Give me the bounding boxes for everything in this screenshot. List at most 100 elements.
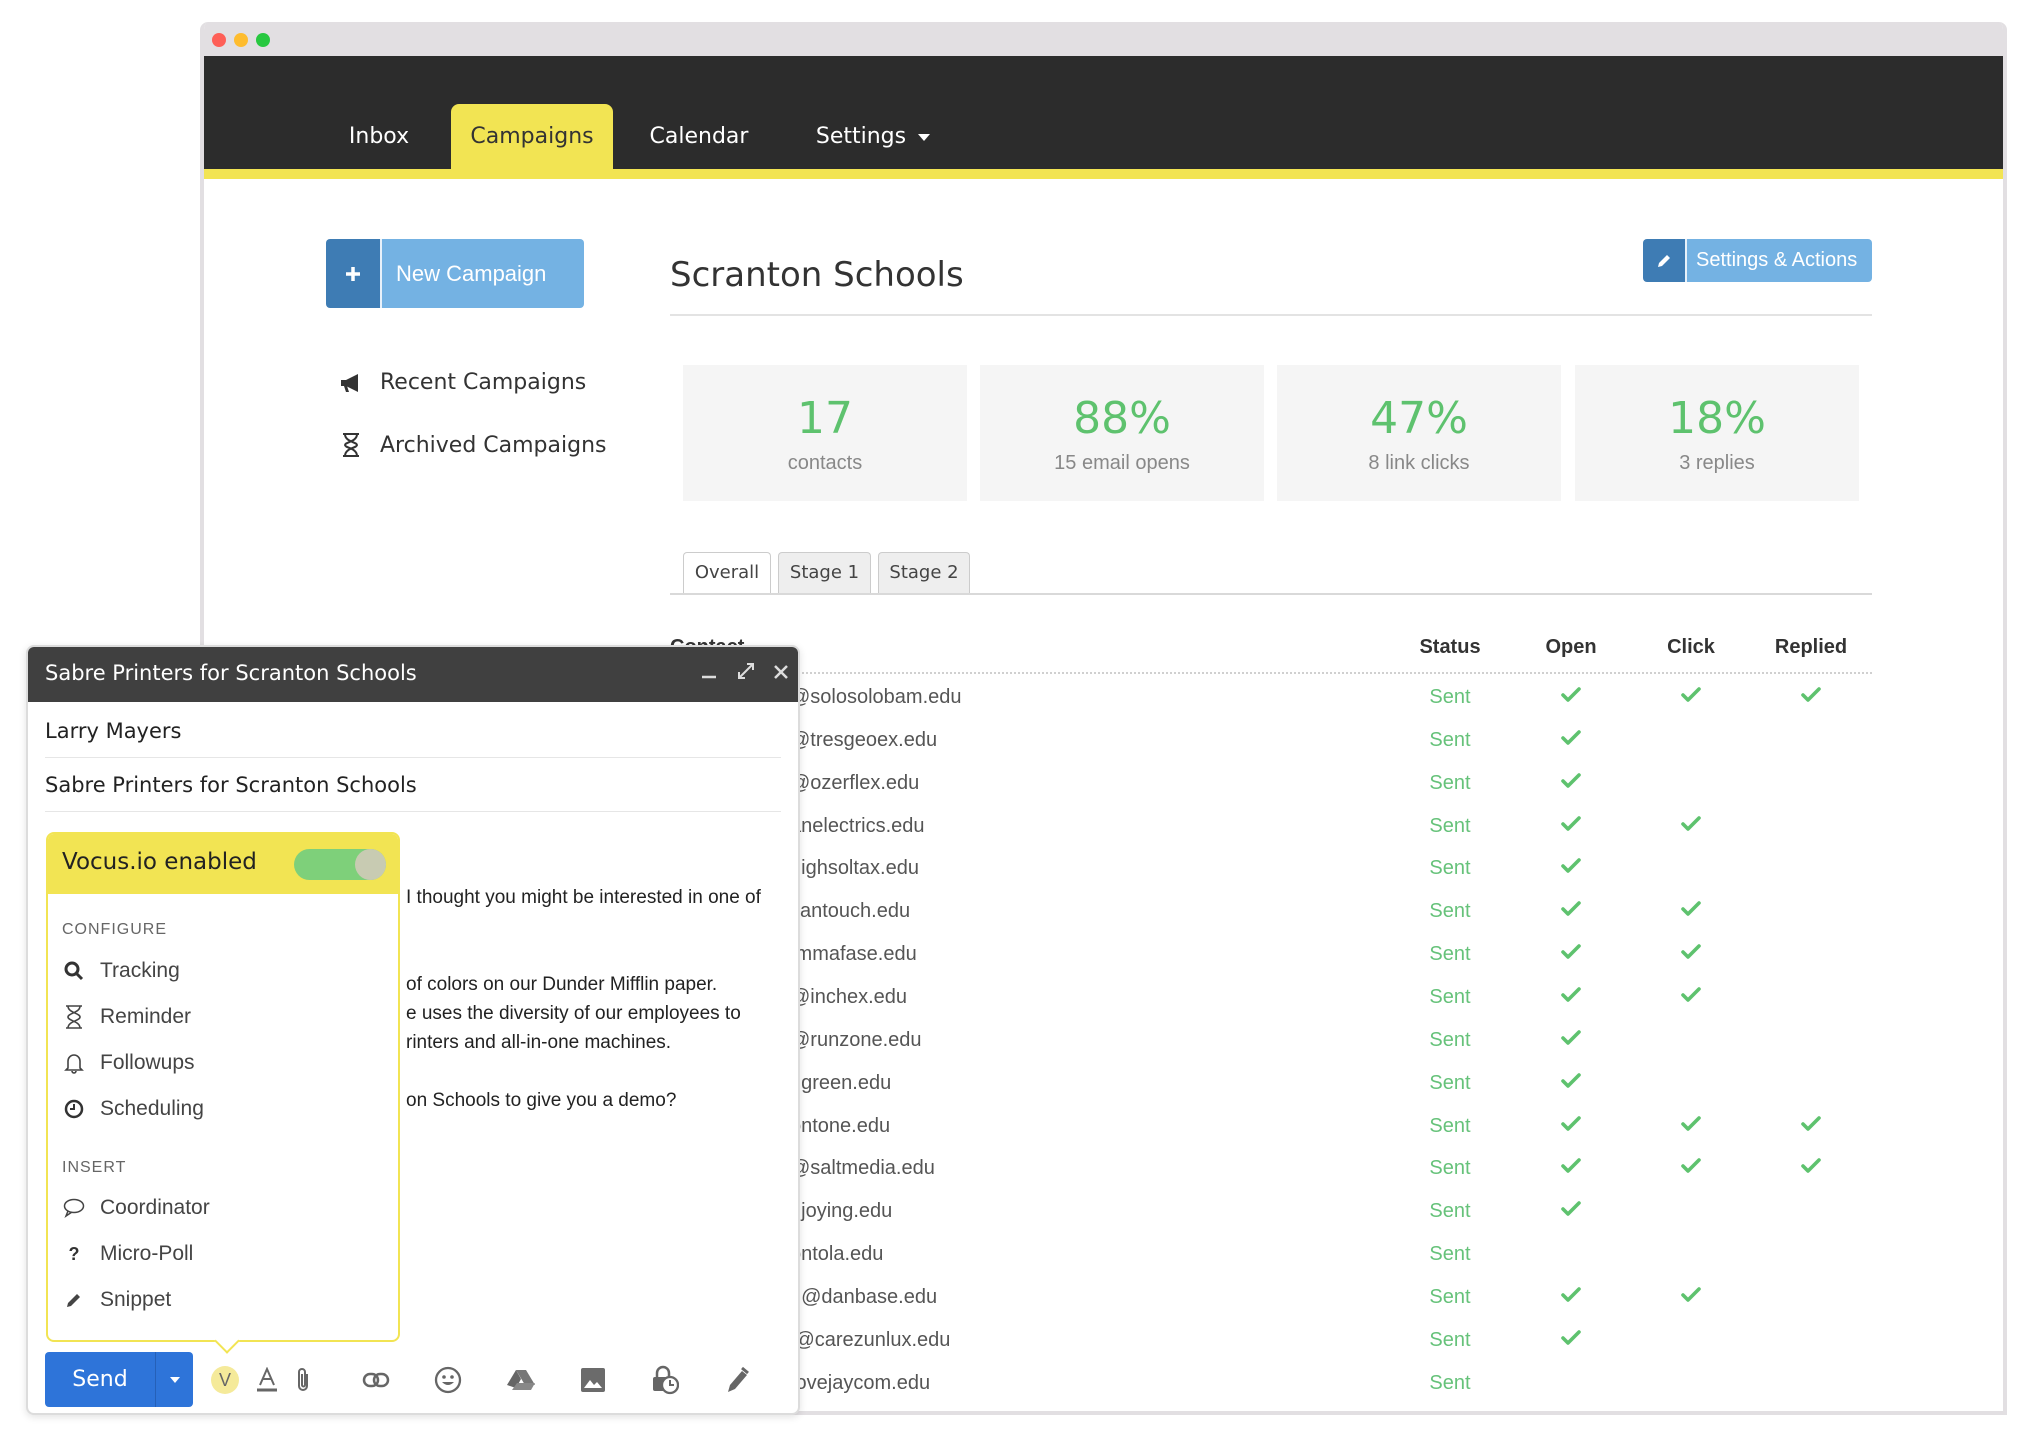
status-badge: Sent — [1429, 1071, 1471, 1094]
new-campaign-button[interactable]: New Campaign — [326, 239, 584, 308]
column-header-status[interactable]: Status — [1380, 636, 1520, 659]
open-check-icon — [1501, 1072, 1641, 1094]
settings-actions-button[interactable]: Settings & Actions — [1643, 239, 1872, 282]
click-check-icon — [1621, 1115, 1761, 1137]
table-row[interactable]: cantouch.edu Sent — [670, 894, 1872, 934]
table-row[interactable]: highsoltax.edu Sent — [670, 851, 1872, 891]
stat-value: 18% — [1668, 393, 1766, 444]
open-check-icon — [1501, 815, 1641, 837]
table-row[interactable]: ontone.edu Sent — [670, 1109, 1872, 1149]
table-row[interactable]: ⁠@solosolobam.edu Sent — [670, 680, 1872, 720]
open-check-icon — [1501, 944, 1641, 965]
minimize-window-button[interactable] — [234, 33, 248, 47]
subject-field[interactable]: Sabre Printers for Scranton Schools — [45, 758, 781, 812]
menu-item-followups[interactable]: Followups — [62, 1051, 195, 1075]
stat-contacts: 17 contacts — [683, 365, 967, 501]
nav-tab-campaigns[interactable]: Campaigns — [451, 104, 613, 169]
send-options-button[interactable] — [155, 1352, 193, 1407]
column-header-open[interactable]: Open — [1501, 636, 1641, 659]
table-row[interactable]: ımmafase.edu Sent — [670, 937, 1872, 977]
contact-email: @ozerflex.edu — [790, 771, 920, 794]
megaphone-icon — [336, 372, 366, 394]
table-row[interactable]: l@carezunlux.edu Sent — [670, 1323, 1872, 1363]
menu-item-scheduling[interactable]: Scheduling — [62, 1097, 204, 1121]
click-check-icon — [1621, 944, 1761, 965]
close-window-button[interactable] — [212, 33, 226, 47]
open-check-icon — [1501, 858, 1641, 879]
new-campaign-label: New Campaign — [380, 239, 584, 308]
column-header-click[interactable]: Click — [1621, 636, 1761, 659]
table-row[interactable]: njoying.edu Sent — [670, 1194, 1872, 1234]
click-check-icon — [1621, 1287, 1761, 1308]
nav-tab-label: Settings — [815, 124, 907, 149]
nav-tab-inbox[interactable]: Inbox — [304, 104, 454, 169]
menu-item-tracking[interactable]: Tracking — [62, 959, 180, 983]
stat-value: 88% — [1073, 393, 1171, 444]
table-row[interactable]: ontola.edu Sent — [670, 1237, 1872, 1277]
open-check-icon — [1501, 1201, 1641, 1222]
link-icon[interactable] — [359, 1363, 393, 1397]
question-icon: ? — [68, 1243, 80, 1264]
signature-icon[interactable] — [720, 1363, 754, 1397]
open-check-icon — [1501, 1158, 1641, 1179]
tab-stage-1[interactable]: Stage 1 — [778, 552, 871, 593]
drive-icon[interactable] — [504, 1363, 538, 1397]
tab-label: Stage 1 — [789, 562, 860, 583]
click-check-icon — [1621, 687, 1761, 708]
menu-item-micro-poll[interactable]: ? Micro-Poll — [62, 1242, 194, 1266]
vocus-icon[interactable]: V — [208, 1363, 242, 1397]
contact-email: ontola.edu — [790, 1243, 884, 1266]
body-line: of colors on our Dunder Mifflin paper. — [406, 974, 718, 995]
sidebar-item-recent-campaigns[interactable]: Recent Campaigns — [336, 370, 586, 395]
sidebar-item-label: Recent Campaigns — [380, 370, 587, 395]
expand-icon[interactable] — [736, 661, 756, 687]
window-titlebar — [204, 22, 2003, 56]
table-row[interactable]: @ozerflex.edu Sent — [670, 766, 1872, 806]
vocus-enabled-toggle[interactable] — [294, 849, 386, 880]
table-row[interactable]: anelectrics.edu Sent — [670, 809, 1872, 849]
open-check-icon — [1501, 1115, 1641, 1137]
table-row[interactable]: @runzone.edu Sent — [670, 1023, 1872, 1063]
pencil-icon — [1643, 239, 1685, 282]
configure-heading: CONFIGURE — [62, 921, 167, 938]
stat-value: 17 — [797, 393, 853, 444]
status-badge: Sent — [1429, 900, 1471, 923]
confidential-mode-icon[interactable] — [648, 1363, 682, 1397]
table-row[interactable]: ıovejaycom.edu Sent — [670, 1366, 1872, 1406]
status-badge: Sent — [1429, 985, 1471, 1008]
contact-email: ımmafase.edu — [790, 943, 917, 966]
column-header-replied[interactable]: Replied — [1741, 636, 1881, 659]
table-row[interactable]: @inchex.edu Sent — [670, 980, 1872, 1020]
emoji-icon[interactable] — [431, 1363, 465, 1397]
maximize-window-button[interactable] — [256, 33, 270, 47]
nav-tab-settings[interactable]: Settings — [788, 104, 958, 169]
stat-label: 8 link clicks — [1368, 452, 1470, 474]
sidebar-item-archived-campaigns[interactable]: Archived Campaigns — [336, 432, 606, 458]
attachment-icon[interactable] — [286, 1363, 320, 1397]
menu-item-coordinator[interactable]: Coordinator — [62, 1196, 210, 1220]
tab-overall[interactable]: Overall — [683, 552, 771, 595]
table-row[interactable]: @tresgeoex.edu Sent — [670, 723, 1872, 763]
contact-email: d@danbase.edu — [790, 1285, 938, 1308]
stat-clicks: 47% 8 link clicks — [1277, 365, 1561, 501]
text-format-icon[interactable] — [250, 1363, 284, 1397]
body-line: on Schools to give you a demo? — [406, 1090, 677, 1111]
menu-item-snippet[interactable]: Snippet — [62, 1288, 171, 1312]
tab-stage-2[interactable]: Stage 2 — [878, 552, 970, 593]
send-button[interactable]: Send — [45, 1352, 193, 1407]
table-row[interactable]: @saltmedia.edu Sent — [670, 1151, 1872, 1191]
table-header-divider — [670, 672, 1872, 674]
click-check-icon — [1621, 1158, 1761, 1179]
recipient-field[interactable]: Larry Mayers — [45, 704, 781, 758]
speech-bubble-icon — [62, 1198, 86, 1218]
close-icon[interactable] — [772, 661, 790, 687]
menu-item-reminder[interactable]: Reminder — [62, 1005, 191, 1029]
minimize-icon[interactable] — [700, 657, 718, 687]
click-check-icon — [1621, 901, 1761, 922]
photo-icon[interactable] — [576, 1363, 610, 1397]
status-badge: Sent — [1429, 857, 1471, 880]
table-row[interactable]: d@danbase.edu Sent — [670, 1280, 1872, 1320]
nav-tab-calendar[interactable]: Calendar — [624, 104, 774, 169]
menu-item-label: Coordinator — [100, 1196, 210, 1219]
table-row[interactable]: ngreen.edu Sent — [670, 1066, 1872, 1106]
